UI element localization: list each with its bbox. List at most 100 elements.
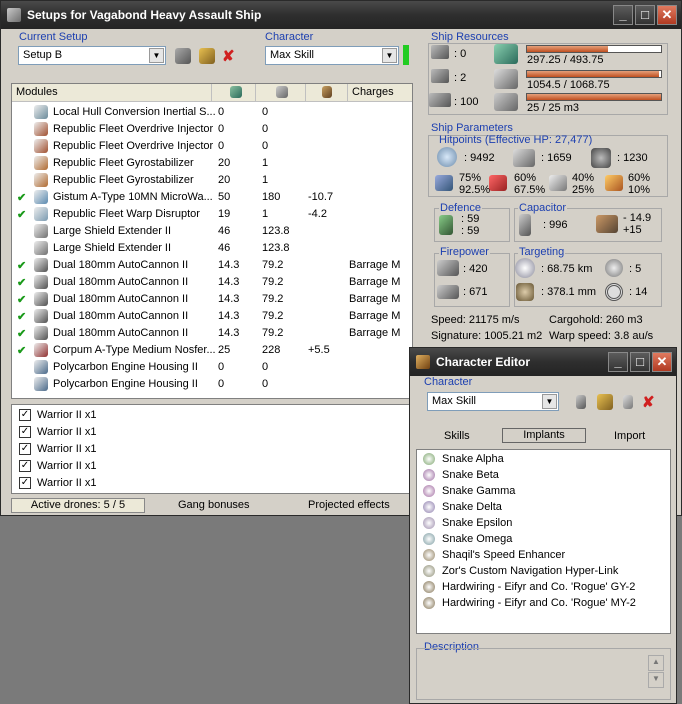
module-row[interactable]: Large Shield Extender II 46 123.8 xyxy=(12,240,412,257)
implant-row[interactable]: Snake Delta xyxy=(417,500,670,517)
charges-header-label: Charges xyxy=(352,86,394,98)
drone-row[interactable]: ✓ Warrior II x1 xyxy=(12,441,412,458)
implant-name: Hardwiring - Eifyr and Co. 'Rogue' MY-2 xyxy=(442,597,636,609)
drone-checkbox[interactable]: ✓ xyxy=(19,477,31,489)
active-check-icon[interactable]: ✔ xyxy=(17,293,26,306)
powergrid-column-header[interactable] xyxy=(256,84,306,102)
drone-row[interactable]: ✓ Warrior II x1 xyxy=(12,424,412,441)
drone-checkbox[interactable]: ✓ xyxy=(19,460,31,472)
delete-character-icon[interactable]: ✘ xyxy=(642,393,655,411)
drone-checkbox[interactable]: ✓ xyxy=(19,443,31,455)
rename-setup-icon[interactable] xyxy=(199,48,215,64)
module-cpu: 20 xyxy=(218,174,231,186)
minimize-button[interactable]: _ xyxy=(613,5,633,25)
drone-checkbox[interactable]: ✓ xyxy=(19,426,31,438)
module-row[interactable]: ✔ Gistum A-Type 10MN MicroWa... 50 180 -10.7 xyxy=(12,189,412,206)
drone-bay-bar xyxy=(526,93,662,101)
module-powergrid: 180 xyxy=(262,191,281,203)
active-check-icon[interactable]: ✔ xyxy=(17,259,26,272)
module-row[interactable]: ✔ Dual 180mm AutoCannon II 14.3 79.2 Barrage… xyxy=(12,325,412,342)
ship-resources-label: Ship Resources xyxy=(431,31,509,43)
implant-name: Snake Delta xyxy=(442,501,502,513)
delete-setup-icon[interactable]: ✘ xyxy=(222,47,235,65)
defence-value-a: : 59 xyxy=(461,213,480,225)
shield-icon xyxy=(437,147,457,167)
charges-column-header[interactable]: Charges xyxy=(348,84,412,102)
implant-row[interactable]: Snake Gamma xyxy=(417,484,670,501)
implant-row[interactable]: Snake Alpha xyxy=(417,452,670,469)
fitting-titlebar[interactable]: Setups for Vagabond Heavy Assault Ship _… xyxy=(1,1,681,29)
new-setup-icon[interactable] xyxy=(175,48,191,64)
active-check-icon[interactable]: ✔ xyxy=(17,344,26,357)
drone-row[interactable]: ✓ Warrior II x1 xyxy=(12,458,412,475)
setup-select[interactable]: Setup B ▼ xyxy=(18,46,166,65)
editor-character-label: Character xyxy=(424,376,473,388)
module-row[interactable]: ✔ Republic Fleet Warp Disruptor 19 1 -4.2 xyxy=(12,206,412,223)
tab-implants[interactable]: Implants xyxy=(502,428,586,443)
module-row[interactable]: Polycarbon Engine Housing II 0 0 xyxy=(12,359,412,376)
character-select[interactable]: Max Skill ▼ xyxy=(265,46,399,65)
implant-row[interactable]: Hardwiring - Eifyr and Co. 'Rogue' GY-2 xyxy=(417,580,670,597)
module-cpu: 19 xyxy=(218,208,231,220)
module-name: Large Shield Extender II xyxy=(53,225,172,237)
new-character-icon[interactable] xyxy=(576,395,586,409)
module-powergrid: 79.2 xyxy=(262,310,284,322)
module-row[interactable]: Republic Fleet Overdrive Injector 0 0 xyxy=(12,138,412,155)
drone-bay-value: 25 / 25 m3 xyxy=(527,102,579,114)
close-button[interactable]: ✕ xyxy=(657,5,677,25)
modules-column-header[interactable]: Modules xyxy=(12,84,212,102)
maximize-button[interactable]: □ xyxy=(635,5,655,25)
modules-header-label: Modules xyxy=(16,86,58,98)
implant-row[interactable]: Snake Omega xyxy=(417,532,670,549)
module-row[interactable]: ✔ Corpum A-Type Medium Nosfer... 25 228 +5.5 xyxy=(12,342,412,359)
injector-icon xyxy=(34,122,48,136)
active-check-icon[interactable]: ✔ xyxy=(17,327,26,340)
module-row[interactable]: Large Shield Extender II 46 123.8 xyxy=(12,223,412,240)
scroll-up-icon[interactable]: ▲ xyxy=(648,655,664,671)
copy-character-icon[interactable] xyxy=(623,395,633,409)
drone-row[interactable]: ✓ Warrior II x1 xyxy=(12,407,412,424)
scroll-down-icon[interactable]: ▼ xyxy=(648,672,664,688)
rename-character-icon[interactable] xyxy=(597,394,613,410)
minimize-button[interactable]: _ xyxy=(608,352,628,372)
active-check-icon[interactable]: ✔ xyxy=(17,208,26,221)
implant-row[interactable]: Snake Epsilon xyxy=(417,516,670,533)
gang-bonuses-tab[interactable]: Gang bonuses xyxy=(178,499,250,511)
module-row[interactable]: ✔ Dual 180mm AutoCannon II 14.3 79.2 Barrage… xyxy=(12,308,412,325)
drone-row[interactable]: ✓ Warrior II x1 xyxy=(12,475,412,492)
tab-skills[interactable]: Skills xyxy=(444,430,470,442)
module-cpu: 25 xyxy=(218,344,231,356)
tab-import[interactable]: Import xyxy=(614,430,645,442)
active-check-icon[interactable]: ✔ xyxy=(17,310,26,323)
module-name: Republic Fleet Overdrive Injector xyxy=(53,140,214,152)
module-row[interactable]: ✔ Dual 180mm AutoCannon II 14.3 79.2 Barrage… xyxy=(12,291,412,308)
module-row[interactable]: ✔ Dual 180mm AutoCannon II 14.3 79.2 Barrage… xyxy=(12,274,412,291)
maximize-button[interactable]: □ xyxy=(630,352,650,372)
editor-character-select[interactable]: Max Skill ▼ xyxy=(427,392,559,411)
module-row[interactable]: ✔ Dual 180mm AutoCannon II 14.3 79.2 Barrage… xyxy=(12,257,412,274)
active-check-icon[interactable]: ✔ xyxy=(17,276,26,289)
module-name: Dual 180mm AutoCannon II xyxy=(53,310,189,322)
module-row[interactable]: Republic Fleet Gyrostabilizer 20 1 xyxy=(12,172,412,189)
close-button[interactable]: ✕ xyxy=(652,352,672,372)
active-check-icon[interactable]: ✔ xyxy=(17,191,26,204)
projected-effects-tab[interactable]: Projected effects xyxy=(308,499,390,511)
module-row[interactable]: Polycarbon Engine Housing II 0 0 xyxy=(12,376,412,393)
em-resist-b: 92.5% xyxy=(459,184,491,196)
implant-row[interactable]: Zor's Custom Navigation Hyper-Link xyxy=(417,564,670,581)
drone-checkbox[interactable]: ✓ xyxy=(19,409,31,421)
implant-row[interactable]: Hardwiring - Eifyr and Co. 'Rogue' MY-2 xyxy=(417,596,670,613)
implant-row[interactable]: Shaqil's Speed Enhancer xyxy=(417,548,670,565)
implant-name: Snake Gamma xyxy=(442,485,516,497)
firepower-label: Firepower xyxy=(439,246,490,258)
thermal-resist-a: 60% xyxy=(514,172,537,184)
module-row[interactable]: Local Hull Conversion Inertial S... 0 0 xyxy=(12,104,412,121)
capacitor-amount: : 996 xyxy=(543,219,568,231)
module-row[interactable]: Republic Fleet Gyrostabilizer 20 1 xyxy=(12,155,412,172)
implant-row[interactable]: Snake Beta xyxy=(417,468,670,485)
module-cpu: 0 xyxy=(218,361,225,373)
character-editor-titlebar[interactable]: Character Editor _ □ ✕ xyxy=(410,348,676,376)
capacitor-column-header[interactable] xyxy=(306,84,348,102)
module-row[interactable]: Republic Fleet Overdrive Injector 0 0 xyxy=(12,121,412,138)
cpu-column-header[interactable] xyxy=(212,84,256,102)
